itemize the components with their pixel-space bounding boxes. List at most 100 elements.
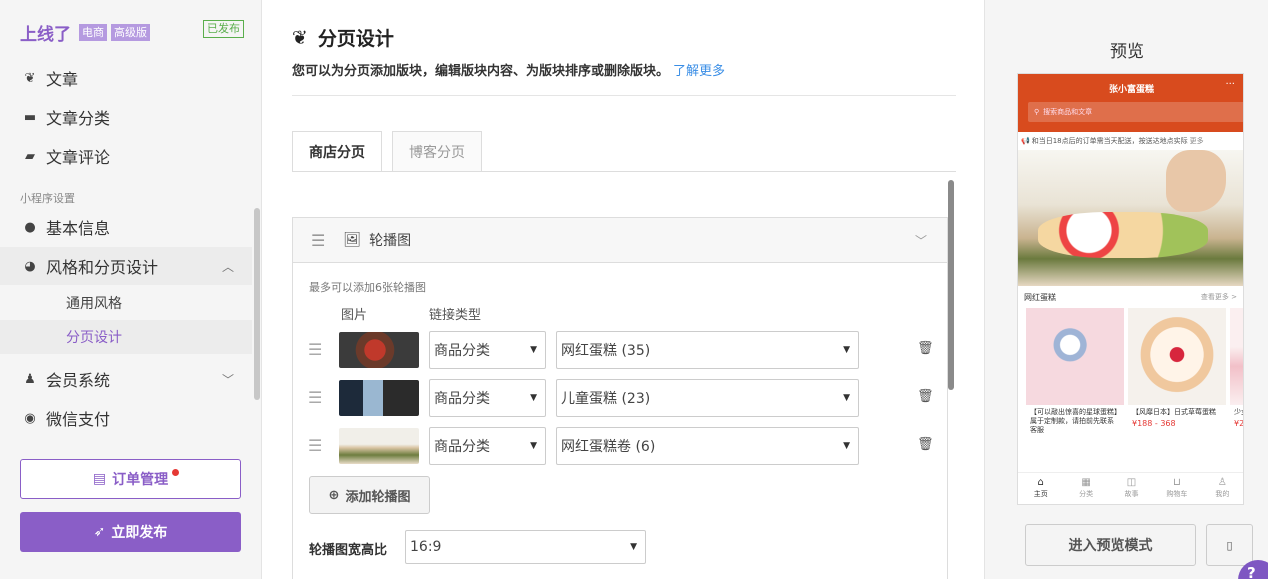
goods-name: 【可以敲出惊喜的星球蛋糕】属于定制款，请拍前先联系客服	[1030, 408, 1118, 434]
phone-preview[interactable]: 张小富蛋糕 ··· ⚲ 搜索商品和文章 📢 和当日18点后的订单需当天配送，按送…	[1017, 73, 1244, 505]
tab-story: ◫ 故事	[1109, 473, 1154, 504]
link-type-select[interactable]: 商品分类 ▼	[429, 427, 546, 465]
tab-blog-page[interactable]: 博客分页	[392, 131, 482, 172]
enter-preview-mode-button[interactable]: 进入预览模式	[1025, 524, 1196, 566]
publish-now-button[interactable]: ➶ 立即发布	[20, 512, 241, 552]
sidebar-item-wechat-pay[interactable]: ◉ 微信支付	[0, 399, 252, 437]
grid-icon: ▦	[1081, 477, 1091, 488]
chevron-down-icon: ﹀	[221, 372, 234, 387]
add-carousel-label: 添加轮播图	[345, 489, 411, 505]
chevron-down-icon[interactable]: ﹀	[915, 232, 927, 249]
palette-icon: ◕	[24, 258, 36, 274]
notice-more: 更多	[1189, 137, 1204, 145]
trash-icon[interactable]: 🗑	[917, 389, 934, 404]
mobile-preview-button[interactable]: ▯	[1206, 524, 1253, 566]
user-icon: ♙	[1217, 477, 1227, 488]
select-value: 儿童蛋糕 (23)	[561, 391, 651, 407]
sidebar-item-label: 风格和分页设计	[46, 258, 159, 277]
sidebar-item-style-design[interactable]: ◕ 风格和分页设计 ︿	[0, 247, 252, 285]
page-title-text: 分页设计	[317, 28, 394, 50]
carousel-panel-header[interactable]: ☰ 🖼 轮播图 ﹀	[293, 218, 947, 263]
link-target-select[interactable]: 儿童蛋糕 (23) ▼	[556, 379, 859, 417]
rocket-icon: ➶	[93, 524, 106, 540]
search-icon: ⚲	[1034, 108, 1040, 116]
sidebar-subitem-page-design[interactable]: 分页设计	[0, 320, 252, 354]
select-value: 16:9	[410, 539, 442, 555]
caret-down-icon: ▼	[843, 345, 850, 355]
carousel-thumbnail[interactable]	[339, 428, 419, 464]
order-management-button[interactable]: ▤ 订单管理	[20, 459, 241, 499]
sidebar-item-articles[interactable]: ❦ 文章	[0, 59, 252, 97]
cart-icon: ⊔	[1173, 477, 1181, 488]
search-placeholder: 搜索商品和文章	[1043, 108, 1093, 116]
tab-category: ▦ 分类	[1063, 473, 1108, 504]
chevron-up-icon: ︿	[221, 259, 234, 274]
sidebar-item-members[interactable]: ♟ 会员系统 ﹀	[0, 360, 252, 398]
plus-circle-icon: ⊕	[328, 487, 340, 503]
main-scrollbar[interactable]	[948, 180, 954, 390]
tab-shop-page[interactable]: 商店分页	[292, 131, 382, 172]
brand-name[interactable]: 上线了	[20, 20, 71, 45]
info-icon: ●	[24, 219, 36, 235]
sidebar-scrollbar[interactable]	[254, 208, 260, 400]
mobile-icon: ▯	[1226, 538, 1233, 552]
link-target-select[interactable]: 网红蛋糕卷 (6) ▼	[556, 427, 859, 465]
tab-label: 分类	[1079, 490, 1094, 498]
learn-more-link[interactable]: 了解更多	[673, 64, 725, 79]
publish-button-label: 立即发布	[111, 525, 168, 541]
order-button-label: 订单管理	[112, 472, 169, 488]
preview-pane: 预览 张小富蛋糕 ··· ⚲ 搜索商品和文章 📢 和当日18点后的订单需当天配送…	[984, 0, 1268, 579]
drag-handle-icon[interactable]: ☰	[308, 436, 322, 455]
sidebar-item-label: 微信支付	[46, 410, 111, 429]
goods-name: 【风靡日本】日式草莓蛋糕	[1132, 408, 1216, 416]
select-value: 商品分类	[434, 439, 490, 455]
sidebar-item-basic-info[interactable]: ● 基本信息	[0, 208, 252, 246]
drag-handle-icon[interactable]: ☰	[311, 231, 325, 250]
sidebar-item-label: 基本信息	[46, 219, 111, 238]
sidebar-item-article-categories[interactable]: ▬ 文章分类	[0, 98, 252, 136]
select-value: 商品分类	[434, 391, 490, 407]
section-more: 查看更多 >	[1200, 293, 1237, 301]
aspect-ratio-select[interactable]: 16:9 ▼	[405, 530, 646, 564]
sidebar-item-label: 文章分类	[46, 109, 111, 128]
shop-name: 张小富蛋糕	[1108, 85, 1154, 95]
goods-price	[1026, 435, 1124, 439]
carousel-thumbnail[interactable]	[339, 380, 419, 416]
trash-icon[interactable]: 🗑	[917, 437, 934, 452]
tab-underline	[292, 171, 956, 172]
drag-handle-icon[interactable]: ☰	[308, 340, 322, 359]
carousel-hint: 最多可以添加6张轮播图	[309, 281, 426, 294]
shop-section-header: 网红蛋糕 查看更多 >	[1018, 286, 1243, 308]
drag-handle-icon[interactable]: ☰	[308, 388, 322, 407]
comments-icon: ▰	[25, 148, 35, 164]
sidebar-subitem-general-style[interactable]: 通用风格	[0, 286, 252, 320]
page-tabs: 商店分页 博客分页	[292, 131, 482, 172]
sidebar-item-article-comments[interactable]: ▰ 文章评论	[0, 137, 252, 175]
caret-down-icon: ▼	[843, 393, 850, 403]
link-type-select[interactable]: 商品分类 ▼	[429, 331, 546, 369]
column-header-link-type: 链接类型	[429, 308, 482, 323]
preview-title: 预览	[1110, 42, 1144, 62]
link-target-select[interactable]: 网红蛋糕 (35) ▼	[556, 331, 859, 369]
page-description: 您可以为分页添加版块，编辑版块内容、为版块排序或删除版块。 了解更多	[292, 60, 725, 79]
link-type-select[interactable]: 商品分类 ▼	[429, 379, 546, 417]
shop-search-bar: ⚲ 搜索商品和文章	[1028, 102, 1243, 122]
carousel-row: ☰ 商品分类 ▼ 网红蛋糕 (35) ▼ 🗑	[293, 331, 947, 369]
megaphone-icon: 📢	[1021, 137, 1030, 145]
panel-title: 轮播图	[369, 233, 412, 249]
carousel-row: ☰ 商品分类 ▼ 儿童蛋糕 (23) ▼ 🗑	[293, 379, 947, 417]
banner-hand	[1166, 150, 1226, 212]
aspect-ratio-label: 轮播图宽高比	[309, 543, 388, 558]
goods-price: ¥188 - 368	[1132, 419, 1176, 428]
section-label-miniprogram: 小程序设置	[20, 192, 75, 205]
carousel-row: ☰ 商品分类 ▼ 网红蛋糕卷 (6) ▼ 🗑	[293, 427, 947, 465]
list-icon: ▤	[92, 471, 107, 487]
add-carousel-button[interactable]: ⊕ 添加轮播图	[309, 476, 430, 514]
notice-text: 和当日18点后的订单需当天配送，按送达地点实际	[1031, 137, 1188, 145]
carousel-thumbnail[interactable]	[339, 332, 419, 368]
trash-icon[interactable]: 🗑	[917, 341, 934, 356]
tab-label: 故事	[1124, 490, 1139, 498]
sidebar-item-label: 文章	[46, 70, 79, 89]
feather-icon: ❦	[24, 70, 36, 86]
phone-tab-bar: ⌂ 主页 ▦ 分类 ◫ 故事 ⊔ 购物车 ♙ 我的	[1018, 472, 1243, 504]
